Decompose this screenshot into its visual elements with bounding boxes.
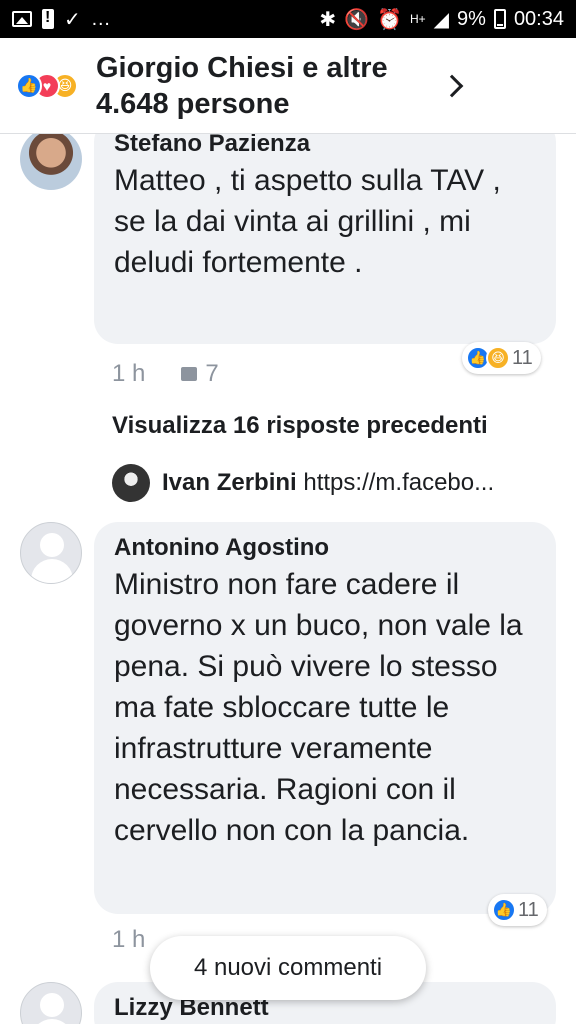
- status-bar: ✓ … ✱ 🔇 ⏰ H+ ◢ 9% 00:34: [0, 0, 576, 38]
- battery-icon: [493, 9, 506, 29]
- reaction-summary[interactable]: 👍 😆 11: [462, 342, 541, 374]
- comment-text: Ministro non fare cadere il governo x un…: [114, 568, 523, 847]
- reply-avatar[interactable]: [112, 464, 150, 502]
- bluetooth-icon: ✱: [319, 8, 337, 31]
- reaction-icons: 👍 ♥ 😆: [16, 69, 96, 103]
- thumbs-up-icon: [181, 367, 198, 381]
- reaction-count: 11: [518, 898, 539, 921]
- reply-link[interactable]: https://m.facebo...: [303, 469, 494, 496]
- view-previous-replies[interactable]: Visualizza 16 risposte precedenti: [112, 412, 488, 440]
- comment-meta: 1 h 7: [112, 360, 219, 388]
- alarm-icon: ⏰: [377, 8, 402, 31]
- status-left: ✓ …: [12, 7, 111, 32]
- reply-author[interactable]: Ivan Zerbini: [162, 469, 297, 496]
- comment-author[interactable]: Antonino Agostino: [114, 532, 536, 564]
- like-count[interactable]: 7: [181, 360, 219, 388]
- reply-preview[interactable]: Ivan Zerbini https://m.facebo...: [112, 464, 552, 502]
- clock: 00:34: [513, 7, 564, 30]
- reply-text: Ivan Zerbini https://m.facebo...: [162, 469, 494, 497]
- reactors-title[interactable]: Giorgio Chiesi e altre 4.648 persone: [96, 50, 426, 122]
- reactions-header[interactable]: 👍 ♥ 😆 Giorgio Chiesi e altre 4.648 perso…: [0, 38, 576, 134]
- like-icon: 👍: [492, 898, 516, 922]
- battery-percent: 9%: [457, 7, 486, 30]
- comment-time: 1 h: [112, 926, 146, 953]
- chevron-right-icon[interactable]: [440, 74, 464, 97]
- status-right: ✱ 🔇 ⏰ H+ ◢ 9% 00:34: [319, 7, 564, 32]
- comments-feed[interactable]: Stefano Pazienza Matteo , ti aspetto sul…: [0, 134, 576, 1024]
- avatar[interactable]: [20, 134, 82, 190]
- comment-bubble[interactable]: Stefano Pazienza Matteo , ti aspetto sul…: [94, 134, 556, 344]
- image-icon: [12, 11, 32, 27]
- comment-meta: 1 h: [112, 926, 145, 954]
- comment-text: Matteo , ti aspetto sulla TAV , se la da…: [114, 164, 501, 279]
- comment-time: 1 h: [112, 360, 146, 387]
- like-icon: 👍: [16, 72, 42, 99]
- comment-bubble[interactable]: Antonino Agostino Ministro non fare cade…: [94, 522, 556, 914]
- avatar[interactable]: [20, 982, 82, 1024]
- like-number: 7: [205, 360, 219, 387]
- new-comments-button[interactable]: 4 nuovi commenti: [150, 936, 426, 1000]
- more-notifications-icon: …: [90, 7, 111, 30]
- check-download-icon: ✓: [64, 8, 81, 31]
- avatar[interactable]: [20, 522, 82, 584]
- alert-icon: [42, 9, 54, 29]
- network-type: H+: [409, 12, 426, 26]
- reaction-count: 11: [512, 346, 533, 369]
- haha-icon: 😆: [486, 346, 510, 370]
- comment-author[interactable]: Stefano Pazienza: [114, 134, 536, 160]
- reaction-summary[interactable]: 👍 11: [488, 894, 547, 926]
- signal-icon: ◢: [433, 8, 450, 31]
- mute-icon: 🔇: [344, 8, 370, 31]
